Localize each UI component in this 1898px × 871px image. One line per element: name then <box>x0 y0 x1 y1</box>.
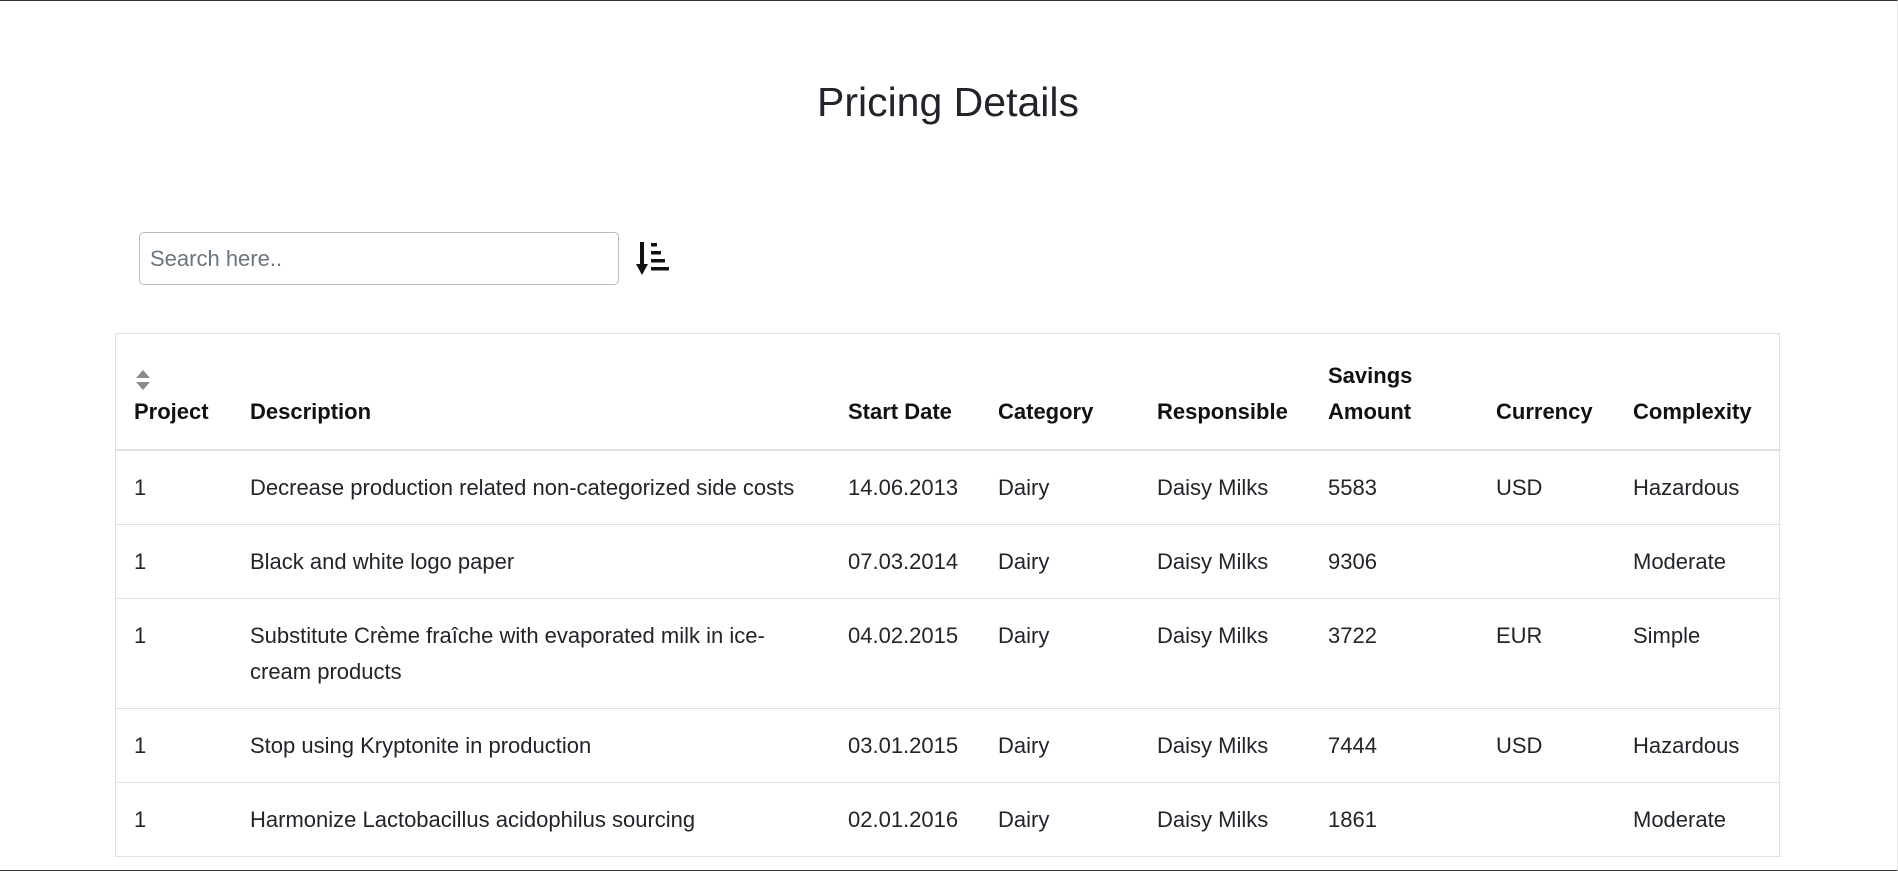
cell-currency <box>1478 524 1615 599</box>
cell-start-date: 07.03.2014 <box>830 524 980 599</box>
pricing-table: Project Description Start Date Category … <box>116 334 1781 857</box>
column-header-savings-amount[interactable]: Savings Amount <box>1310 334 1478 451</box>
cell-savings-amount: 9306 <box>1310 524 1478 599</box>
cell-category: Dairy <box>980 598 1139 709</box>
column-header-category[interactable]: Category <box>980 334 1139 451</box>
column-header-description[interactable]: Description <box>232 334 830 451</box>
column-header-start-date[interactable]: Start Date <box>830 334 980 451</box>
cell-start-date: 03.01.2015 <box>830 708 980 783</box>
column-header-project[interactable]: Project <box>116 334 232 451</box>
cell-responsible: Daisy Milks <box>1139 782 1310 857</box>
toolbar <box>139 232 673 285</box>
cell-complexity: Simple <box>1615 598 1781 709</box>
cell-currency: USD <box>1478 450 1615 525</box>
cell-savings-amount: 1861 <box>1310 782 1478 857</box>
cell-category: Dairy <box>980 708 1139 783</box>
cell-complexity: Hazardous <box>1615 708 1781 783</box>
cell-description: Harmonize Lactobacillus acidophilus sour… <box>232 782 830 857</box>
cell-category: Dairy <box>980 782 1139 857</box>
column-header-responsible[interactable]: Responsible <box>1139 334 1310 451</box>
column-label: Start Date <box>848 399 952 424</box>
column-label: Description <box>250 399 372 424</box>
cell-project: 1 <box>116 598 232 709</box>
cell-savings-amount: 5583 <box>1310 450 1478 525</box>
cell-project: 1 <box>116 708 232 783</box>
table-header-row: Project Description Start Date Category … <box>116 334 1781 451</box>
table-row[interactable]: 1 Decrease production related non-catego… <box>116 450 1781 525</box>
cell-responsible: Daisy Milks <box>1139 598 1310 709</box>
table-row[interactable]: 1 Stop using Kryptonite in production 03… <box>116 708 1781 783</box>
cell-description: Black and white logo paper <box>232 524 830 599</box>
table-row[interactable]: 1 Harmonize Lactobacillus acidophilus so… <box>116 782 1781 857</box>
cell-responsible: Daisy Milks <box>1139 524 1310 599</box>
cell-currency: EUR <box>1478 598 1615 709</box>
column-label: Project <box>134 399 209 424</box>
column-label: Category <box>998 399 1094 424</box>
cell-start-date: 14.06.2013 <box>830 450 980 525</box>
cell-complexity: Moderate <box>1615 782 1781 857</box>
page: Pricing Details Search here.. Project De… <box>0 0 1898 871</box>
cell-description: Substitute Crème fraîche with evaporated… <box>232 598 830 709</box>
column-label: Responsible <box>1157 399 1288 424</box>
cell-project: 1 <box>116 450 232 525</box>
cell-category: Dairy <box>980 524 1139 599</box>
cell-category: Dairy <box>980 450 1139 525</box>
cell-currency: USD <box>1478 708 1615 783</box>
cell-responsible: Daisy Milks <box>1139 708 1310 783</box>
cell-responsible: Daisy Milks <box>1139 450 1310 525</box>
cell-currency <box>1478 782 1615 857</box>
cell-complexity: Hazardous <box>1615 450 1781 525</box>
sort-amount-down-icon[interactable] <box>633 237 673 281</box>
cell-description: Stop using Kryptonite in production <box>232 708 830 783</box>
column-label: Currency <box>1496 399 1593 424</box>
cell-project: 1 <box>116 524 232 599</box>
column-label: Savings Amount <box>1328 363 1413 424</box>
cell-start-date: 02.01.2016 <box>830 782 980 857</box>
cell-project: 1 <box>116 782 232 857</box>
cell-savings-amount: 7444 <box>1310 708 1478 783</box>
sort-caret-icon[interactable] <box>134 368 152 392</box>
search-input[interactable] <box>139 232 619 285</box>
cell-savings-amount: 3722 <box>1310 598 1478 709</box>
table-row[interactable]: 1 Black and white logo paper 07.03.2014 … <box>116 524 1781 599</box>
column-header-currency[interactable]: Currency <box>1478 334 1615 451</box>
column-header-complexity[interactable]: Complexity <box>1615 334 1781 451</box>
page-title: Pricing Details <box>816 79 1080 125</box>
column-label: Complexity <box>1633 399 1752 424</box>
cell-description: Decrease production related non-categori… <box>232 450 830 525</box>
table-row[interactable]: 1 Substitute Crème fraîche with evaporat… <box>116 598 1781 709</box>
cell-start-date: 04.02.2015 <box>830 598 980 709</box>
table-body: 1 Decrease production related non-catego… <box>116 450 1781 857</box>
cell-complexity: Moderate <box>1615 524 1781 599</box>
pricing-table-container: Project Description Start Date Category … <box>115 333 1781 857</box>
